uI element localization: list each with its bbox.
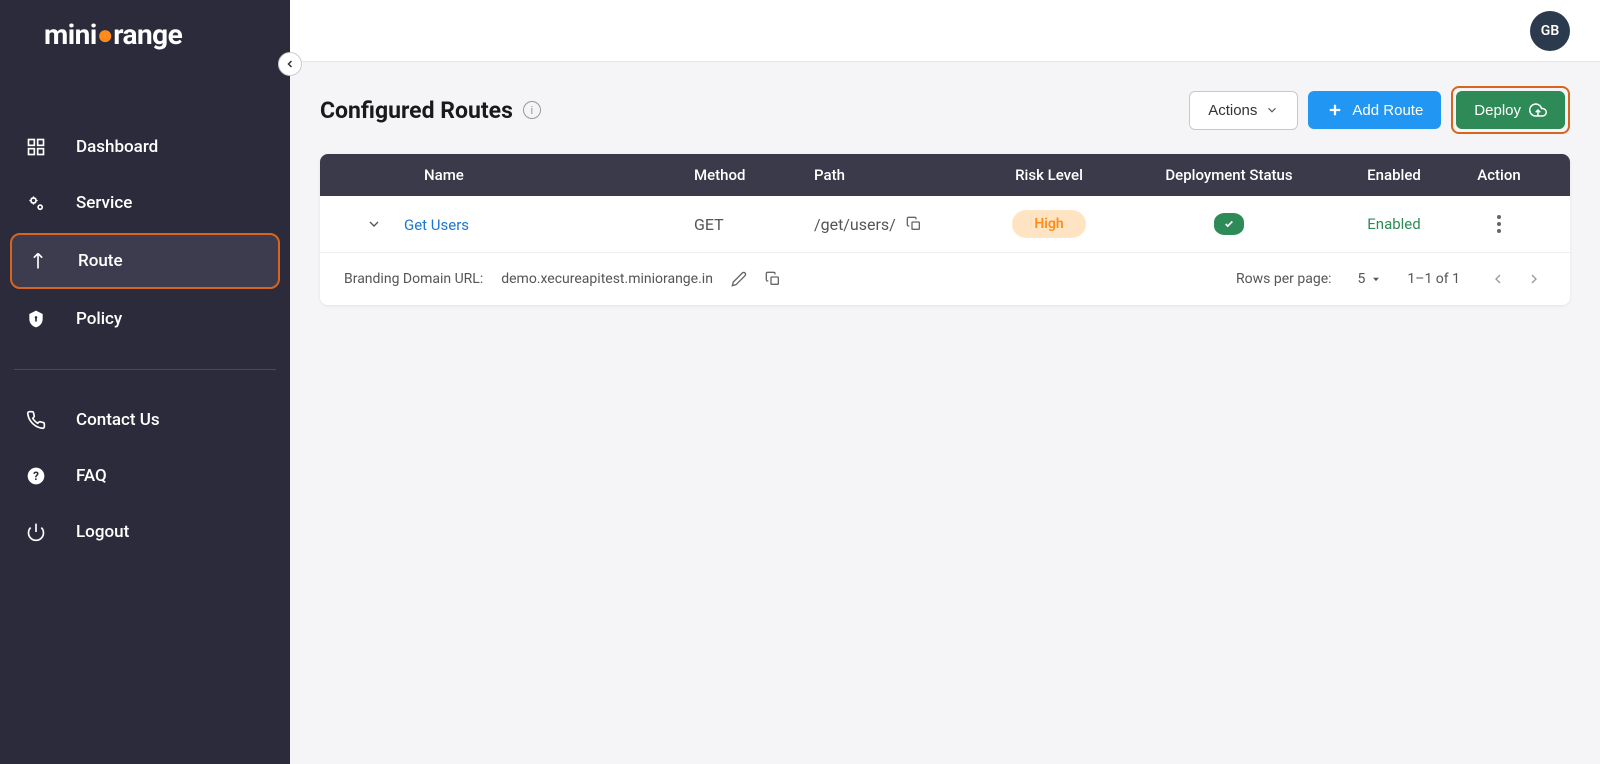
route-path: /get/users/ xyxy=(814,215,896,234)
deploy-button[interactable]: Deploy xyxy=(1456,91,1565,129)
sidebar-item-label: Dashboard xyxy=(76,137,158,157)
check-icon xyxy=(1222,219,1236,229)
sidebar-item-label: Route xyxy=(78,251,123,271)
sidebar-item-dashboard[interactable]: Dashboard xyxy=(10,121,280,173)
user-avatar[interactable]: GB xyxy=(1530,11,1570,51)
brand-middle: ● xyxy=(97,18,113,51)
copy-path-button[interactable] xyxy=(906,216,922,232)
th-method: Method xyxy=(694,166,814,184)
risk-badge: High xyxy=(1012,210,1085,238)
branding-url-label: Branding Domain URL: xyxy=(344,271,483,287)
svg-text:?: ? xyxy=(33,469,39,483)
deploy-status-badge xyxy=(1214,213,1244,235)
topbar: GB xyxy=(290,0,1600,62)
branding-url-value: demo.xecureapitest.miniorange.in xyxy=(501,271,713,287)
th-path: Path xyxy=(814,166,969,184)
expand-row-button[interactable] xyxy=(366,216,382,232)
actions-button[interactable]: Actions xyxy=(1189,91,1298,130)
sidebar-item-label: Policy xyxy=(76,309,122,329)
actions-label: Actions xyxy=(1208,102,1257,119)
brand-logo: mini●range xyxy=(0,18,290,51)
page-header: Configured Routes i Actions Add Route De… xyxy=(320,86,1570,134)
chevron-down-icon xyxy=(366,216,382,232)
edit-branding-button[interactable] xyxy=(731,271,747,287)
info-icon[interactable]: i xyxy=(523,101,541,119)
sidebar: mini●range Dashboard Service Route xyxy=(0,0,290,764)
sidebar-item-label: FAQ xyxy=(76,466,107,486)
th-deploy: Deployment Status xyxy=(1129,166,1329,184)
add-route-button[interactable]: Add Route xyxy=(1308,91,1441,129)
next-page-button[interactable] xyxy=(1522,267,1546,291)
rows-per-page-value: 5 xyxy=(1358,271,1366,287)
chevron-right-icon xyxy=(1526,271,1542,287)
user-initials: GB xyxy=(1541,23,1559,39)
add-route-label: Add Route xyxy=(1352,102,1423,119)
shield-icon xyxy=(24,307,48,331)
table-footer: Branding Domain URL: demo.xecureapitest.… xyxy=(320,253,1570,305)
sidebar-item-label: Contact Us xyxy=(76,410,160,430)
table-row: Get Users GET /get/users/ High xyxy=(320,196,1570,253)
route-icon xyxy=(26,249,50,273)
sidebar-collapse-button[interactable] xyxy=(278,52,302,76)
route-name-link[interactable]: Get Users xyxy=(404,216,469,234)
dropdown-arrow-icon xyxy=(1371,274,1381,284)
sidebar-item-route[interactable]: Route xyxy=(10,233,280,289)
prev-page-button[interactable] xyxy=(1486,267,1510,291)
gears-icon xyxy=(24,191,48,215)
pencil-icon xyxy=(731,271,747,287)
copy-branding-button[interactable] xyxy=(765,271,781,287)
page-content: Configured Routes i Actions Add Route De… xyxy=(290,62,1600,764)
phone-icon xyxy=(24,408,48,432)
pagination-info: 1–1 of 1 xyxy=(1407,271,1460,287)
page-title: Configured Routes xyxy=(320,97,513,124)
main-content: GB Configured Routes i Actions Add Route xyxy=(290,0,1600,764)
sidebar-item-contact[interactable]: Contact Us xyxy=(10,394,280,446)
sidebar-divider xyxy=(14,369,276,370)
help-icon: ? xyxy=(24,464,48,488)
th-name: Name xyxy=(404,166,694,184)
routes-table: Name Method Path Risk Level Deployment S… xyxy=(320,154,1570,305)
brand-prefix: mini xyxy=(44,18,97,51)
sidebar-item-faq[interactable]: ? FAQ xyxy=(10,450,280,502)
th-risk: Risk Level xyxy=(969,166,1129,184)
table-header-row: Name Method Path Risk Level Deployment S… xyxy=(320,154,1570,196)
power-icon xyxy=(24,520,48,544)
plus-icon xyxy=(1326,101,1344,119)
route-method: GET xyxy=(694,215,814,234)
chevron-left-icon xyxy=(1490,271,1506,287)
rows-per-page-label: Rows per page: xyxy=(1236,271,1331,287)
copy-icon xyxy=(906,216,922,232)
sidebar-item-logout[interactable]: Logout xyxy=(10,506,280,558)
enabled-status: Enabled xyxy=(1367,215,1420,233)
th-enabled: Enabled xyxy=(1329,166,1459,184)
sidebar-item-policy[interactable]: Policy xyxy=(10,293,280,345)
chevron-down-icon xyxy=(1265,103,1279,117)
sidebar-item-label: Service xyxy=(76,193,132,213)
sidebar-nav: Dashboard Service Route Policy xyxy=(0,121,290,345)
brand-suffix: range xyxy=(113,18,182,51)
deploy-label: Deploy xyxy=(1474,102,1521,119)
copy-icon xyxy=(765,271,781,287)
deploy-highlight: Deploy xyxy=(1451,86,1570,134)
row-actions-menu[interactable] xyxy=(1493,211,1505,237)
sidebar-item-label: Logout xyxy=(76,522,129,542)
dashboard-icon xyxy=(24,135,48,159)
sidebar-item-service[interactable]: Service xyxy=(10,177,280,229)
rows-per-page-select[interactable]: 5 xyxy=(1358,271,1382,287)
toolbar: Actions Add Route Deploy xyxy=(1189,86,1570,134)
sidebar-support: Contact Us ? FAQ Logout xyxy=(0,394,290,558)
cloud-upload-icon xyxy=(1529,101,1547,119)
th-action: Action xyxy=(1459,166,1539,184)
